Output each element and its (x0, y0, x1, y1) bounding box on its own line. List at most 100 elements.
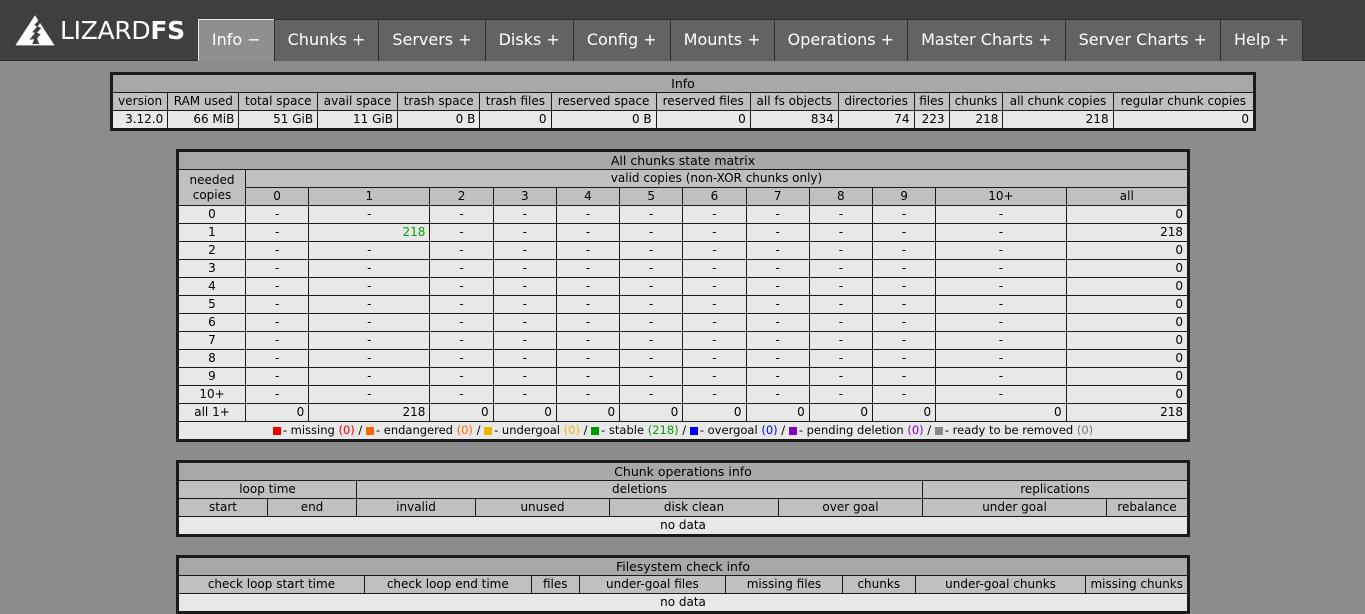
matrix-cell: - (682, 295, 747, 314)
matrix-cell: - (555, 367, 621, 386)
matrix-cell: - (808, 205, 873, 224)
nav-tab-disks[interactable]: Disks + (484, 19, 574, 61)
chunkops-group-loop-time: loop time (178, 480, 357, 499)
nav-tab-server-charts[interactable]: Server Charts + (1064, 19, 1221, 61)
matrix-cell: - (492, 259, 557, 278)
matrix-cell: - (871, 313, 937, 332)
matrix-cell-all: 0 (1065, 331, 1189, 350)
matrix-cell: - (619, 295, 684, 314)
fscheck-header-files: files (530, 575, 580, 594)
info-value-reserved-files: 0 (655, 110, 751, 129)
nav-tab-info[interactable]: Info − (197, 19, 275, 61)
matrix-cell: - (808, 223, 873, 242)
matrix-cell: - (935, 367, 1067, 386)
legend-swatch-icon (591, 427, 600, 435)
matrix-cell: - (244, 385, 310, 404)
legend-count: (0) (456, 423, 473, 437)
matrix-cell: - (619, 349, 684, 368)
matrix-cell: - (871, 349, 937, 368)
legend-count: (0) (338, 423, 355, 437)
matrix-cell: - (492, 241, 557, 260)
matrix-cell: - (429, 277, 494, 296)
brand-logo[interactable]: LIZARDFS (0, 0, 195, 60)
nav-tab-config[interactable]: Config + (572, 19, 671, 61)
matrix-col-header-2: 2 (429, 187, 494, 206)
matrix-cell: - (682, 241, 747, 260)
matrix-cell: - (555, 313, 621, 332)
matrix-cell: - (871, 205, 937, 224)
legend-swatch-icon (934, 427, 943, 435)
legend-label: - ready to be removed (944, 423, 1077, 437)
info-value-reserved-space: 0 B (550, 110, 657, 129)
info-value-all-fs-objects: 834 (749, 110, 839, 129)
matrix-row-axis-label: needed copies (178, 169, 246, 206)
fscheck-header-check-loop-start-time: check loop start time (178, 575, 365, 594)
legend-swatch-icon (484, 427, 493, 435)
nav-tab-master-charts[interactable]: Master Charts + (907, 19, 1066, 61)
matrix-cell: - (619, 313, 684, 332)
info-value-row: 3.12.0 66 MiB 51 GiB 11 GiB 0 B 0 0 B 0 … (111, 110, 1255, 129)
matrix-col-header-9: 9 (871, 187, 937, 206)
matrix-cell: - (935, 295, 1067, 314)
matrix-cell: - (308, 367, 431, 386)
matrix-cell: 0 (682, 403, 747, 422)
legend-separator: / (579, 423, 592, 437)
matrix-cell: 0 (492, 403, 557, 422)
info-table: Info version RAM used total space avail … (111, 74, 1255, 129)
matrix-row-label: 9 (178, 367, 246, 386)
matrix-cell: - (492, 205, 557, 224)
matrix-col-header-all: all (1065, 187, 1189, 206)
matrix-cell: - (244, 205, 310, 224)
matrix-cell: - (308, 205, 431, 224)
info-value-version: 3.12.0 (111, 110, 169, 129)
fscheck-header-under-goal-chunks: under-goal chunks (914, 575, 1087, 594)
matrix-cell: - (745, 259, 810, 278)
info-header-row: version RAM used total space avail space… (111, 92, 1255, 111)
legend-separator: / (354, 423, 366, 437)
matrix-col-header-5: 5 (619, 187, 684, 206)
legend-item-stable: - stable (218) (591, 423, 679, 437)
brand-name-light: LIZARD (60, 15, 151, 45)
nav-tab-chunks[interactable]: Chunks + (273, 19, 380, 61)
matrix-row: 1-218- - - - - - - - -218 (178, 223, 1189, 242)
nav-tab-servers[interactable]: Servers + (378, 19, 486, 61)
legend-swatch-icon (272, 427, 281, 435)
matrix-cell: - (619, 277, 684, 296)
info-value-files: 223 (913, 110, 950, 129)
legend-label: - missing (282, 423, 339, 437)
matrix-cell: - (244, 223, 310, 242)
matrix-cell-all: 0 (1065, 349, 1189, 368)
matrix-cell: - (745, 331, 810, 350)
matrix-cell: - (308, 277, 431, 296)
matrix-row-label: 0 (178, 205, 246, 224)
chunkops-empty-row: no data (178, 516, 1188, 535)
matrix-cell: - (492, 277, 557, 296)
info-header-trash-files: trash files (479, 92, 552, 111)
info-table-title: Info (112, 74, 1254, 93)
chunkops-group-replications: replications (922, 480, 1188, 499)
matrix-cell: - (745, 349, 810, 368)
matrix-row: 4-----------0 (178, 277, 1189, 296)
legend-separator: / (777, 423, 789, 437)
nav-tab-operations[interactable]: Operations + (773, 19, 909, 61)
legend-swatch-icon (689, 427, 698, 435)
nav-tab-mounts[interactable]: Mounts + (669, 19, 775, 61)
matrix-cell: - (555, 385, 621, 404)
matrix-row-label: 5 (178, 295, 246, 314)
matrix-cell-all: 218 (1065, 403, 1189, 422)
legend-count: (0) (907, 423, 924, 437)
nav-tab-help[interactable]: Help + (1219, 19, 1303, 61)
matrix-cell: - (682, 223, 747, 242)
matrix-row: 8-----------0 (178, 349, 1189, 368)
matrix-cell: - (555, 295, 621, 314)
matrix-cell: - (492, 385, 557, 404)
matrix-row: 6-----------0 (178, 313, 1189, 332)
matrix-row-label: 8 (178, 349, 246, 368)
matrix-cell-all: 0 (1065, 295, 1189, 314)
matrix-cell: - (871, 241, 937, 260)
matrix-cell: - (244, 313, 310, 332)
matrix-cell: - (935, 241, 1067, 260)
matrix-cell: - (308, 295, 431, 314)
info-header-regular-chunk-copies: regular chunk copies (1112, 92, 1255, 111)
matrix-cell: - (244, 295, 310, 314)
